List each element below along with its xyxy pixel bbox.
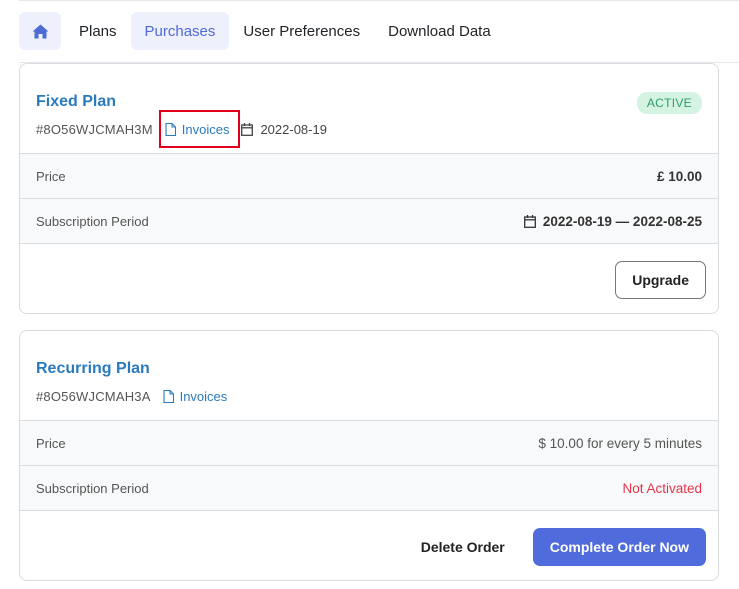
plan-title[interactable]: Recurring Plan — [36, 359, 702, 379]
order-meta: #8O56WJCMAH3A Invoices — [36, 386, 702, 406]
subscription-period-value: 2022-08-19 — 2022-08-25 — [523, 213, 702, 229]
subscription-period-dates: 2022-08-19 — 2022-08-25 — [542, 213, 702, 229]
invoices-label: Invoices — [179, 388, 228, 404]
subscription-period-row: Subscription Period Not Activated — [20, 465, 718, 510]
price-row: Price $ 10.00 for every 5 minutes — [20, 420, 718, 465]
top-divider — [19, 0, 739, 1]
order-card-recurring-plan: Recurring Plan #8O56WJCMAH3A Invoices Pr… — [19, 330, 719, 581]
subscription-status: Not Activated — [622, 480, 702, 496]
price-value: £ 10.00 — [656, 168, 702, 184]
tab-download-data[interactable]: Download Data — [374, 12, 505, 50]
document-icon — [163, 389, 174, 403]
calendar-icon — [241, 122, 254, 136]
subscription-period-label: Subscription Period — [36, 213, 149, 229]
top-nav: Plans Purchases User Preferences Downloa… — [19, 12, 505, 50]
plan-title[interactable]: Fixed Plan — [36, 92, 702, 112]
price-label: Price — [36, 168, 66, 184]
order-actions: Upgrade — [20, 243, 718, 313]
order-id: #8O56WJCMAH3A — [36, 388, 151, 404]
tab-plans[interactable]: Plans — [65, 12, 131, 50]
invoices-link[interactable]: Invoices — [158, 109, 240, 148]
status-badge: ACTIVE — [636, 92, 702, 114]
order-date-value: 2022-08-19 — [260, 121, 327, 137]
price-label: Price — [36, 435, 66, 451]
subscription-period-row: Subscription Period 2022-08-19 — 2022-08… — [20, 198, 718, 243]
complete-order-button[interactable]: Complete Order Now — [532, 527, 706, 566]
price-row: Price £ 10.00 — [20, 153, 718, 198]
delete-order-button[interactable]: Delete Order — [405, 528, 521, 566]
home-icon — [32, 24, 48, 38]
order-header: Fixed Plan #8O56WJCMAH3M Invoices 2022-0… — [20, 64, 718, 153]
price-value: $ 10.00 for every 5 minutes — [538, 435, 702, 451]
order-id: #8O56WJCMAH3M — [36, 121, 153, 137]
order-header: Recurring Plan #8O56WJCMAH3A Invoices — [20, 331, 718, 420]
home-button[interactable] — [19, 12, 61, 50]
tab-purchases[interactable]: Purchases — [130, 12, 230, 50]
invoices-link[interactable]: Invoices — [163, 388, 228, 404]
highlight-box — [158, 109, 240, 148]
subscription-period-label: Subscription Period — [36, 480, 149, 496]
order-card-fixed-plan: Fixed Plan #8O56WJCMAH3M Invoices 2022-0… — [19, 63, 719, 314]
order-actions: Delete Order Complete Order Now — [20, 510, 718, 580]
order-meta: #8O56WJCMAH3M Invoices 2022-08-19 — [36, 109, 702, 148]
calendar-icon — [523, 214, 536, 228]
upgrade-button[interactable]: Upgrade — [615, 260, 706, 299]
order-date: 2022-08-19 — [241, 122, 327, 137]
tab-user-preferences[interactable]: User Preferences — [229, 12, 374, 50]
